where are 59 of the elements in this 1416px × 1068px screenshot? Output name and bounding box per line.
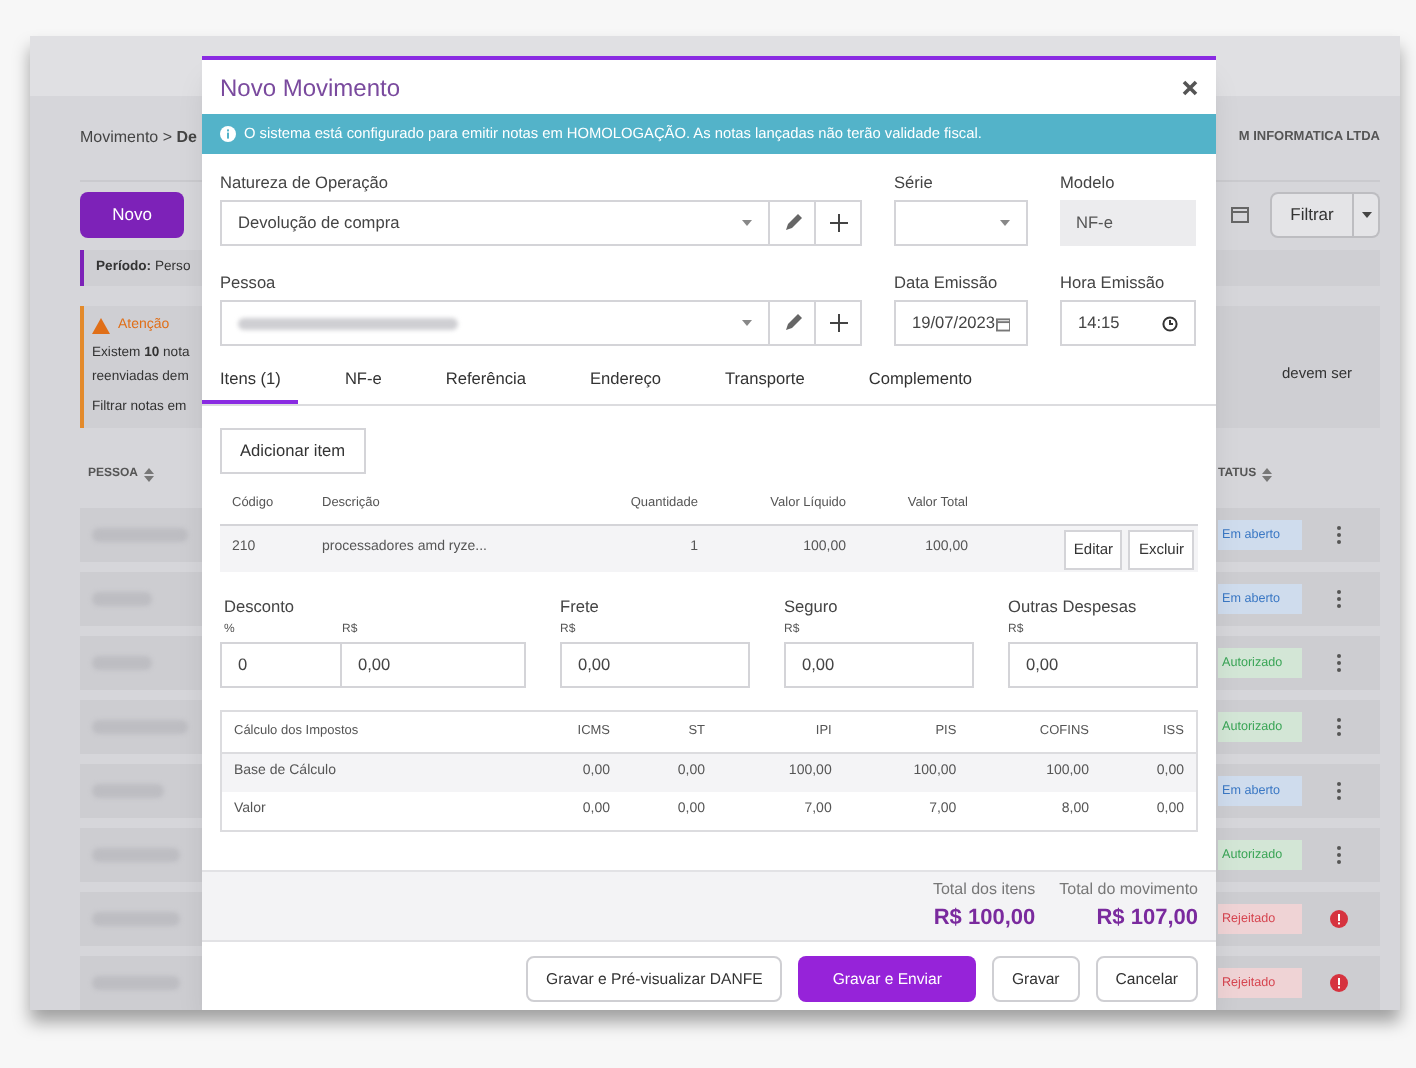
info-icon <box>220 126 236 142</box>
pencil-icon <box>783 214 801 232</box>
plus-icon <box>829 214 847 232</box>
add-button[interactable] <box>816 300 862 346</box>
select-field[interactable] <box>220 300 770 346</box>
percent-field[interactable]: 0 <box>220 642 342 688</box>
filter-button[interactable]: Filtrar <box>1270 191 1354 238</box>
new-button[interactable]: Novo <box>80 191 184 238</box>
total-value: R$ 100,00 <box>933 903 1036 934</box>
sort-icon <box>144 467 155 482</box>
field-label: Desconto <box>224 596 297 616</box>
caret-icon <box>1000 220 1010 226</box>
amount-field[interactable]: 0,00 <box>560 642 750 688</box>
caret-icon <box>1361 211 1371 218</box>
date-field[interactable]: 19/07/2023 <box>894 300 1028 346</box>
field-label: Frete <box>560 596 601 616</box>
field-label: Hora Emissão <box>1060 272 1167 292</box>
amount-field[interactable]: 0,00 <box>342 642 526 688</box>
calendar-icon[interactable] <box>1230 204 1250 225</box>
pencil-icon <box>783 314 801 332</box>
tab[interactable]: NF-e <box>326 356 400 404</box>
field-label: Seguro <box>784 596 840 616</box>
select-field[interactable]: Devolução de compra <box>220 200 770 246</box>
time-field[interactable]: 14:15 <box>1060 300 1196 346</box>
warning-icon <box>92 318 110 335</box>
select-field[interactable] <box>894 200 1028 246</box>
tab[interactable]: Endereço <box>572 356 680 404</box>
total-label: Total dos itens <box>932 877 1036 902</box>
total-label: Total do movimento <box>1059 877 1198 902</box>
edit-button[interactable] <box>770 200 816 246</box>
add-item-button[interactable]: Adicionar item <box>220 428 366 474</box>
caret-icon <box>742 220 752 226</box>
plus-icon <box>829 314 847 332</box>
field-label: Natureza de Operação <box>220 172 390 192</box>
filter-dropdown-button[interactable] <box>1354 191 1380 238</box>
amount-field[interactable]: 0,00 <box>1008 642 1198 688</box>
breadcrumb: Movimento > De <box>80 126 197 151</box>
model-field: NF-e <box>1060 200 1196 246</box>
add-button[interactable] <box>816 200 862 246</box>
tab[interactable]: Referência <box>427 356 544 404</box>
total-value: R$ 107,00 <box>1096 903 1198 934</box>
tab[interactable]: Transporte <box>707 356 823 404</box>
field-label: Pessoa <box>220 272 278 292</box>
calendar-icon <box>995 315 1010 331</box>
error-icon <box>1330 909 1348 928</box>
modal-title: Novo Movimento <box>220 71 401 105</box>
close-icon[interactable] <box>1182 79 1198 95</box>
field-label: Outras Despesas <box>1008 596 1139 616</box>
sort-icon <box>1262 467 1273 482</box>
error-icon <box>1330 973 1348 992</box>
field-label: Série <box>894 172 935 192</box>
amount-field[interactable]: 0,00 <box>784 642 974 688</box>
tab[interactable]: Itens (1) <box>202 356 299 404</box>
edit-button[interactable] <box>770 300 816 346</box>
field-label: Data Emissão <box>894 272 1000 292</box>
field-label: Modelo <box>1060 172 1117 192</box>
tab[interactable]: Complemento <box>850 356 990 404</box>
clock-icon <box>1162 315 1178 331</box>
caret-icon <box>742 320 752 326</box>
